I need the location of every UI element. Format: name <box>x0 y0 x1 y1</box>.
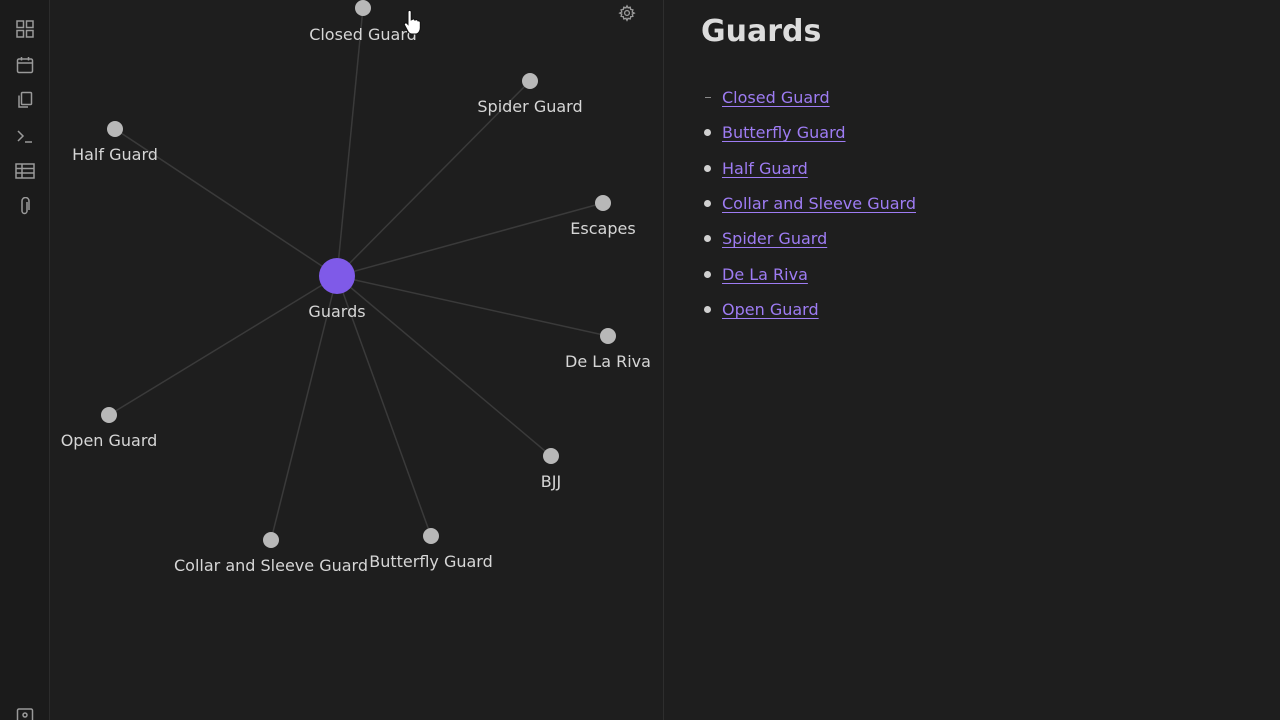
list-item: Collar and Sleeve Guard <box>702 186 916 221</box>
link-open-guard[interactable]: Open Guard <box>722 300 819 319</box>
graph-label-spider-guard: Spider Guard <box>477 97 582 116</box>
table-icon[interactable] <box>13 159 37 183</box>
graph-canvas[interactable]: Closed Guard Spider Guard Half Guard Escape… <box>50 0 664 720</box>
copy-icon[interactable] <box>13 88 37 112</box>
graph-label-collar-and-sleeve-guard: Collar and Sleeve Guard <box>174 556 368 575</box>
left-ribbon <box>0 0 50 720</box>
graph-label-bjj: BJJ <box>541 472 561 491</box>
bullet-dot <box>704 164 711 172</box>
graph-node-spider-guard[interactable] <box>522 73 538 89</box>
graph-node-collar-and-sleeve-guard[interactable] <box>263 532 279 548</box>
graph-label-de-la-riva: De La Riva <box>565 352 651 371</box>
graph-edge-closed-guard <box>336 7 364 277</box>
link-spider-guard[interactable]: Spider Guard <box>722 229 827 248</box>
list-item: Half Guard <box>702 151 916 186</box>
link-closed-guard[interactable]: Closed Guard <box>722 88 830 107</box>
graph-edge-de-la-riva <box>336 275 609 337</box>
graph-node-open-guard[interactable] <box>101 407 117 423</box>
link-half-guard[interactable]: Half Guard <box>722 159 808 178</box>
graph-label-butterfly-guard: Butterfly Guard <box>369 552 493 571</box>
link-de-la-riva[interactable]: De La Riva <box>722 265 808 284</box>
bullet-dot <box>704 305 711 313</box>
graph-label-guards: Guards <box>308 302 365 321</box>
calendar-icon[interactable] <box>13 53 37 77</box>
bullet-dash <box>705 97 711 99</box>
link-butterfly-guard[interactable]: Butterfly Guard <box>722 123 846 142</box>
terminal-icon[interactable] <box>13 124 37 148</box>
graph-node-closed-guard[interactable] <box>355 0 371 16</box>
note-pane: Guards Closed Guard Butterfly Guard Half… <box>664 0 1280 720</box>
note-title: Guards <box>701 14 822 49</box>
bullet-dot <box>704 200 711 208</box>
gear-icon[interactable] <box>616 2 638 24</box>
app-window: Closed Guard Spider Guard Half Guard Escape… <box>0 0 1280 720</box>
graph-node-half-guard[interactable] <box>107 121 123 137</box>
list-item: Closed Guard <box>702 80 916 115</box>
list-item: De La Riva <box>702 256 916 291</box>
graph-node-butterfly-guard[interactable] <box>423 528 439 544</box>
graph-label-open-guard: Open Guard <box>61 431 158 450</box>
graph-view-pane[interactable]: Closed Guard Spider Guard Half Guard Escape… <box>50 0 664 720</box>
paperclip-icon[interactable] <box>13 195 37 219</box>
graph-edge-escapes <box>336 202 604 277</box>
graph-label-closed-guard: Closed Guard <box>309 25 417 44</box>
graph-node-de-la-riva[interactable] <box>600 328 616 344</box>
link-collar-and-sleeve-guard[interactable]: Collar and Sleeve Guard <box>722 194 916 213</box>
graph-label-escapes: Escapes <box>570 219 635 238</box>
bullet-dot <box>704 270 711 278</box>
list-item: Spider Guard <box>702 221 916 256</box>
bullet-dot <box>704 129 711 137</box>
graph-node-bjj[interactable] <box>543 448 559 464</box>
graph-edge-open-guard <box>108 275 338 416</box>
list-item: Butterfly Guard <box>702 115 916 150</box>
list-item: Open Guard <box>702 292 916 327</box>
help-icon[interactable] <box>13 702 37 720</box>
link-list: Closed Guard Butterfly Guard Half Guard … <box>702 80 916 327</box>
grid-icon[interactable] <box>13 17 37 41</box>
graph-label-half-guard: Half Guard <box>72 145 158 164</box>
graph-node-escapes[interactable] <box>595 195 611 211</box>
bullet-dot <box>704 235 711 243</box>
graph-node-guards[interactable] <box>319 258 355 294</box>
